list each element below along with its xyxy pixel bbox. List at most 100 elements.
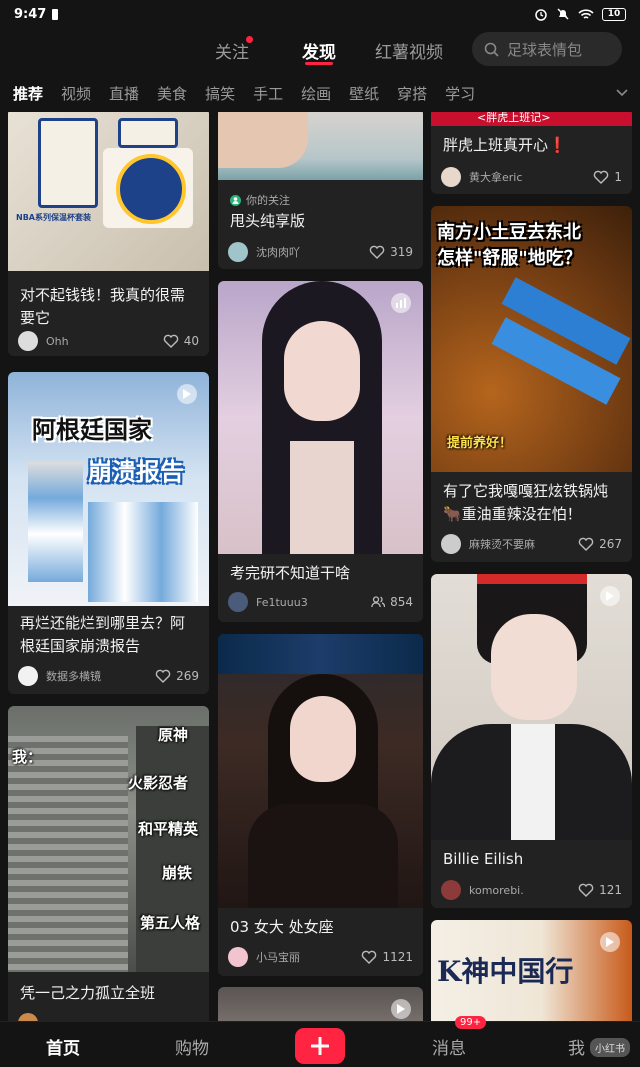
note-card[interactable]: 阿根廷国家 崩溃报告 再烂还能烂到哪里去？阿 根廷国家崩溃报告 数据多横镜 26… <box>8 372 209 694</box>
heart-icon <box>163 334 178 348</box>
avatar[interactable] <box>228 947 248 967</box>
note-card[interactable]: Billie Eilish komorebi. 121 <box>431 574 632 908</box>
avatar[interactable] <box>441 534 461 554</box>
avatar[interactable] <box>18 666 38 686</box>
avatar[interactable] <box>228 592 248 612</box>
card-title: 03 女大 处女座 <box>230 918 334 936</box>
category-tab[interactable]: 搞笑 <box>205 83 235 104</box>
like-count: 1 <box>614 170 622 184</box>
publish-button[interactable] <box>295 1028 345 1064</box>
card-title-line: 对不起钱钱！我真的很需 <box>20 286 186 304</box>
note-card[interactable]: K神中国行 <box>431 920 632 1022</box>
card-title: Billie Eilish <box>443 850 524 868</box>
category-tab[interactable]: 美食 <box>157 83 187 104</box>
category-tab[interactable]: 推荐 <box>13 83 43 104</box>
like-button[interactable]: 1121 <box>361 950 413 964</box>
search-input[interactable]: 足球表情包 <box>472 32 622 66</box>
avatar[interactable] <box>441 167 461 187</box>
note-card[interactable]: <胖虎上班记> 胖虎上班真开心❗ 黄大拿eric 1 <box>431 112 632 194</box>
card-image <box>218 634 423 908</box>
category-tab[interactable]: 壁纸 <box>349 83 379 104</box>
note-card[interactable]: 考完研不知道干啥 Fe1tuuu3 854 <box>218 281 423 622</box>
image-text: 怎样"舒服"地吃？ <box>437 248 582 269</box>
image-text: 南方小土豆去东北 <box>437 222 581 243</box>
heart-icon <box>155 669 171 683</box>
status-icons: 10 <box>534 7 626 21</box>
author-name[interactable]: Ohh <box>46 335 69 348</box>
author-name[interactable]: 麻辣烫不要麻 <box>469 536 535 552</box>
mute-icon <box>557 8 569 20</box>
tab-discover[interactable]: 发现 <box>302 38 336 63</box>
like-count: 267 <box>599 537 622 551</box>
like-count: 319 <box>390 245 413 259</box>
author-name[interactable]: Fe1tuuu3 <box>256 596 308 609</box>
avatar[interactable] <box>228 242 248 262</box>
image-text: 提前养好！ <box>447 436 513 451</box>
avatar[interactable] <box>441 880 461 900</box>
like-button[interactable]: 319 <box>369 245 413 259</box>
card-title: 凭一己之力孤立全班 <box>20 984 156 1002</box>
note-card[interactable]: 你的关注 甩头纯享版 沈肉肉吖 319 <box>218 112 423 269</box>
image-label: 和平精英 <box>138 820 199 838</box>
image-label: 原神 <box>158 726 189 744</box>
author-name[interactable]: 数据多横镜 <box>46 668 101 684</box>
nav-home[interactable]: 首页 <box>46 1034 80 1059</box>
card-image: NBA系列保温杯套装 <box>8 112 209 271</box>
note-card[interactable]: 南方小土豆去东北 怎样"舒服"地吃？ 提前养好！ 有了它我嘎嘎狂炫铁锅炖 🐂重油… <box>431 206 632 562</box>
card-image <box>218 281 423 554</box>
like-button[interactable]: 267 <box>578 537 622 551</box>
people-icon <box>371 596 386 608</box>
image-text: 我： <box>12 748 43 766</box>
battery-icon: 10 <box>602 7 626 21</box>
category-tab[interactable]: 直播 <box>109 83 139 104</box>
note-card[interactable]: NBA系列保温杯套装 对不起钱钱！我真的很需 要它 Ohh 40 <box>8 112 209 356</box>
search-placeholder: 足球表情包 <box>507 40 583 59</box>
image-text: 崩溃报告 <box>88 458 184 486</box>
note-card[interactable]: 03 女大 处女座 小马宝丽 1121 <box>218 634 423 976</box>
card-meta: 数据多横镜 269 <box>18 665 199 687</box>
avatar[interactable] <box>18 331 38 351</box>
image-text: K神中国行 <box>437 955 574 988</box>
app-logo: 小红书 <box>590 1038 630 1057</box>
category-tab[interactable]: 穿搭 <box>397 83 427 104</box>
like-button[interactable]: 40 <box>163 334 199 348</box>
like-button[interactable]: 121 <box>578 883 622 897</box>
play-icon <box>606 937 614 947</box>
author-name[interactable]: komorebi. <box>469 884 524 897</box>
video-badge <box>600 586 620 606</box>
nav-messages[interactable]: 消息 <box>432 1034 466 1059</box>
card-title-line: 根廷国家崩溃报告 <box>20 637 141 655</box>
note-card[interactable]: 我： 原神 火影忍者 和平精英 崩铁 第五人格 凭一己之力孤立全班 <box>8 706 209 1022</box>
category-tab[interactable]: 手工 <box>253 83 283 104</box>
status-time: 9:47 <box>14 6 47 22</box>
category-tab[interactable]: 视频 <box>61 83 91 104</box>
nav-shop[interactable]: 购物 <box>175 1034 209 1059</box>
like-button[interactable]: 1 <box>593 170 622 184</box>
viewer-count: 854 <box>390 595 413 609</box>
card-meta: komorebi. 121 <box>441 879 622 901</box>
note-card[interactable] <box>218 987 423 1022</box>
author-name[interactable]: 沈肉肉吖 <box>256 244 300 260</box>
notification-dot <box>246 36 253 43</box>
author-name[interactable]: 黄大拿eric <box>469 169 522 185</box>
category-expand-button[interactable] <box>596 76 640 110</box>
category-tab[interactable]: 绘画 <box>301 83 331 104</box>
feed: NBA系列保温杯套装 对不起钱钱！我真的很需 要它 Ohh 40 阿根廷国家 崩… <box>0 112 640 1022</box>
nav-me[interactable]: 我 <box>568 1034 585 1059</box>
category-tab[interactable]: 学习 <box>445 83 475 104</box>
card-title: 有了它我嘎嘎狂炫铁锅炖 🐂重油重辣没在怕！ <box>443 480 620 526</box>
author-name[interactable]: 小马宝丽 <box>256 949 300 965</box>
card-title: 胖虎上班真开心❗ <box>443 136 567 154</box>
image-label: 第五人格 <box>140 914 201 932</box>
card-image: <胖虎上班记> <box>431 112 632 126</box>
card-meta: Ohh 40 <box>18 330 199 352</box>
like-button[interactable]: 269 <box>155 669 199 683</box>
tab-video[interactable]: 红薯视频 <box>375 38 443 63</box>
bottom-nav: 首页 购物 消息 99+ 我 小红书 <box>0 1016 640 1067</box>
image-text: NBA系列保温杯套装 <box>16 213 91 222</box>
follow-tag: 你的关注 <box>230 192 290 208</box>
card-meta: Fe1tuuu3 854 <box>228 591 413 613</box>
card-image <box>218 987 423 1022</box>
messages-badge: 99+ <box>455 1016 487 1029</box>
tab-follow[interactable]: 关注 <box>215 38 249 63</box>
